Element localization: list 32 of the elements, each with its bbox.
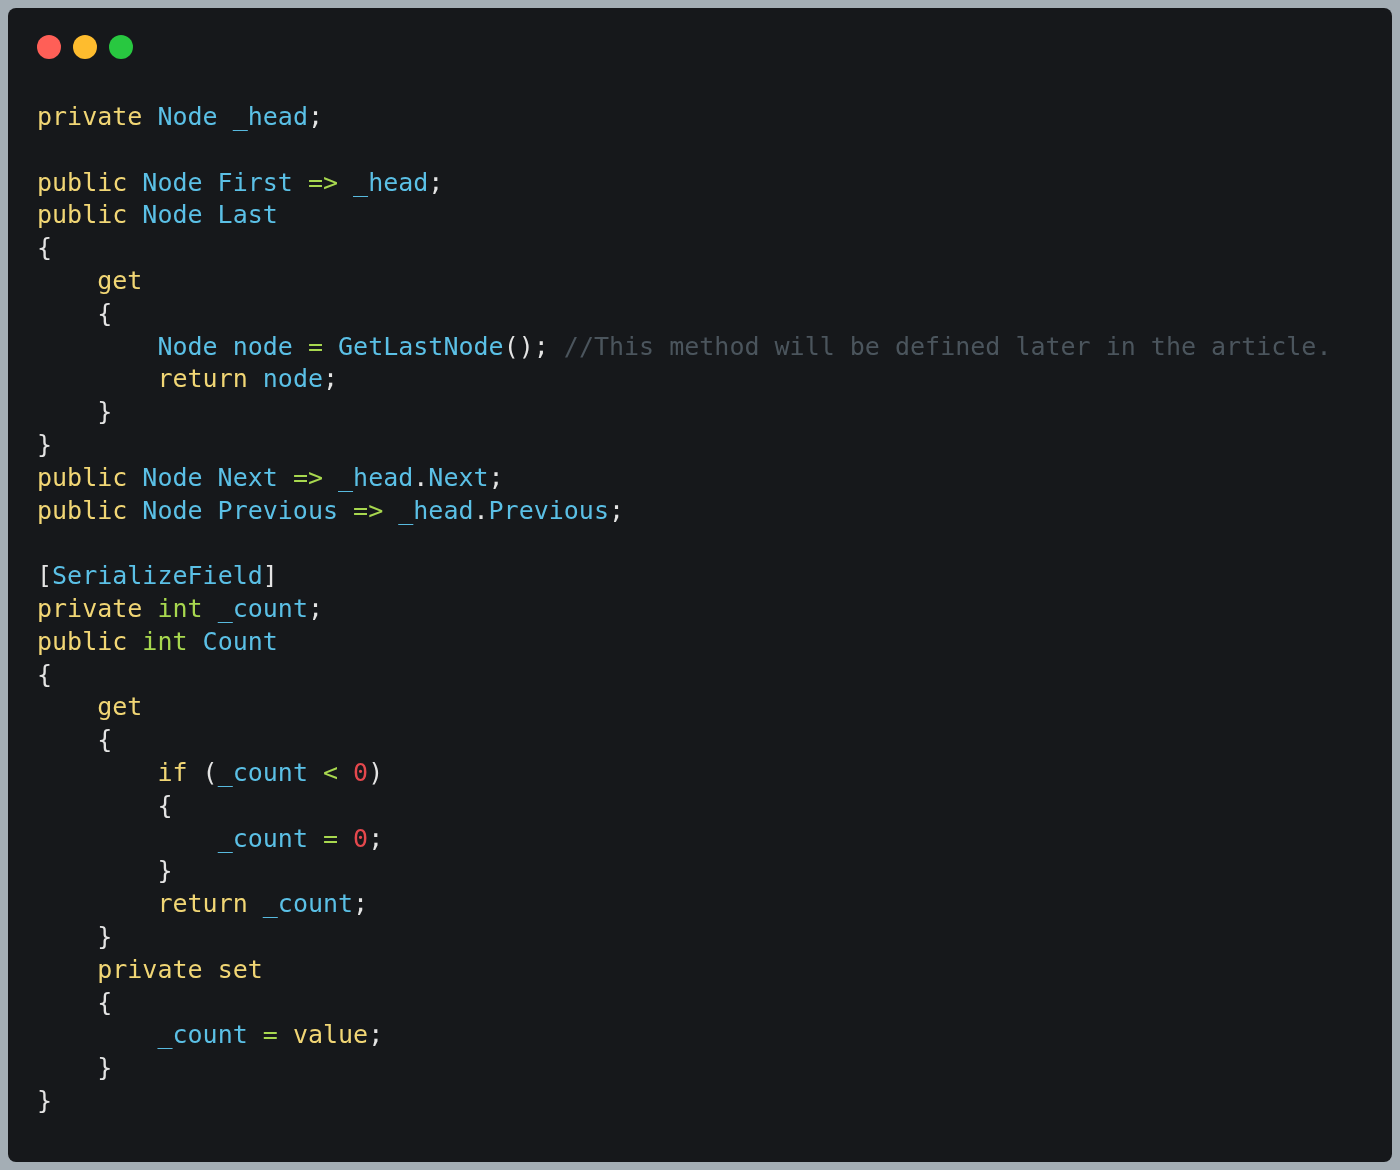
code-line: [SerializeField] (37, 561, 278, 591)
code-line: } (37, 429, 53, 459)
code-line: } (37, 1085, 53, 1115)
code-line: { (37, 233, 53, 263)
code-line: public Node Last (37, 200, 278, 230)
window-control-icon[interactable] (37, 35, 61, 59)
code-line: } (97, 397, 113, 427)
code-line: public int Count (37, 626, 278, 656)
code-line: } (157, 856, 173, 886)
code-line: { (157, 790, 173, 820)
code-line: get (97, 692, 143, 722)
code-line: private set (97, 954, 263, 984)
code-line: _count = value; (157, 1020, 384, 1050)
code-line: private Node _head; (37, 102, 323, 131)
code-line: { (97, 725, 113, 755)
code-line: return node; (157, 364, 339, 394)
code-line: public Node Next => _head.Next; (37, 462, 504, 492)
code-line: { (97, 987, 113, 1017)
code-line: public Node Previous => _head.Previous; (37, 495, 625, 525)
code-line: } (97, 1053, 113, 1083)
code-line: return _count; (157, 889, 369, 919)
code-line: Node node = GetLastNode(); //This method will be defined later in the article. (157, 331, 1332, 361)
code-line: get (97, 266, 143, 295)
code-line: if (_count < 0) (157, 757, 384, 787)
code-line: } (97, 921, 113, 951)
code-line: { (97, 298, 113, 328)
window-control-icon[interactable] (73, 35, 97, 59)
code-line: private int _count; (37, 593, 323, 623)
code-line: _count = 0; (217, 823, 384, 853)
code-line: { (37, 659, 53, 689)
code-line: public Node First => _head; (37, 167, 444, 197)
window-control-icon[interactable] (109, 35, 133, 59)
